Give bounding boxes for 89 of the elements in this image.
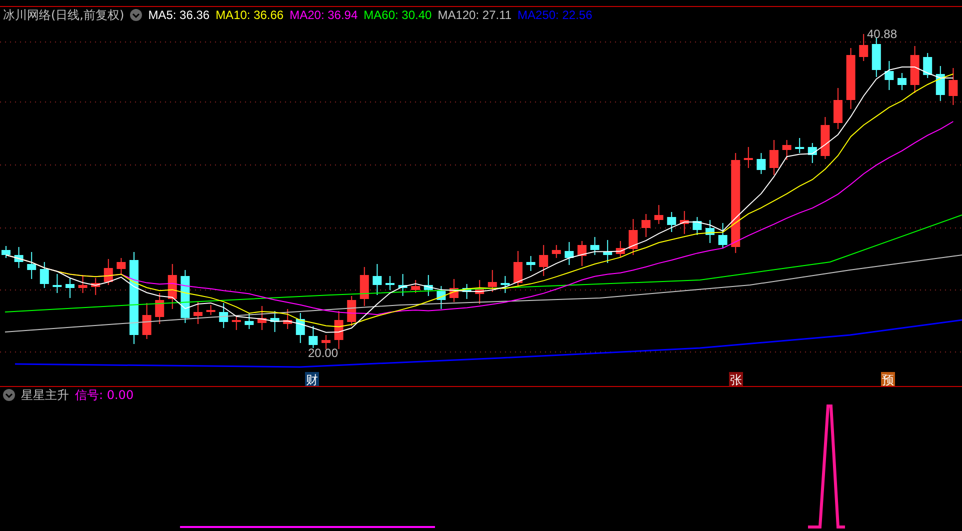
candlestick — [782, 140, 792, 160]
candlestick — [475, 280, 484, 304]
candlestick — [603, 240, 612, 264]
candlestick — [884, 60, 894, 90]
candlestick — [142, 302, 152, 340]
candlestick — [834, 88, 842, 130]
dropdown-icon[interactable] — [3, 389, 15, 401]
candlestick — [770, 140, 778, 176]
candlestick — [411, 280, 420, 294]
candlestick — [692, 216, 702, 236]
candlestick — [642, 214, 650, 238]
candlestick — [450, 278, 458, 302]
candlestick — [462, 284, 472, 300]
candlestick — [846, 48, 856, 110]
candlestick — [616, 240, 625, 258]
candlestick — [578, 240, 586, 266]
candlestick — [539, 244, 548, 276]
ma-value: MA20: 36.94 — [290, 8, 358, 22]
candlestick — [680, 210, 689, 234]
candlestick — [590, 236, 600, 256]
candlestick — [667, 212, 676, 232]
candlestick — [91, 278, 100, 296]
candlestick — [526, 256, 536, 272]
ma-value: MA5: 36.36 — [148, 8, 210, 22]
candlestick — [308, 326, 318, 348]
candlestick — [859, 34, 868, 62]
ma-value: MA60: 30.40 — [364, 8, 432, 22]
candlestick — [78, 274, 88, 294]
candlestick — [372, 264, 382, 296]
candlestick — [206, 304, 216, 316]
candlestick — [283, 308, 292, 330]
candlestick — [2, 246, 10, 258]
candlestick — [155, 292, 164, 324]
candlestick — [27, 252, 36, 280]
candlestick — [334, 310, 344, 350]
candlestick — [296, 312, 305, 344]
candlestick — [116, 258, 126, 276]
candlestick — [104, 258, 113, 286]
candlestick — [219, 302, 228, 328]
ma-value: MA250: 22.56 — [518, 8, 592, 22]
candlestick — [500, 276, 510, 294]
candlestick — [564, 242, 574, 266]
event-marker[interactable]: 预 — [881, 372, 895, 386]
candlestick — [744, 146, 753, 168]
candlestick — [808, 142, 817, 164]
event-marker[interactable]: 张 — [729, 372, 743, 386]
candlestick — [706, 220, 714, 244]
candlestick — [628, 218, 638, 256]
candlestick — [424, 274, 433, 296]
candlestick — [820, 116, 830, 160]
candlestick — [436, 286, 446, 310]
candlestick — [52, 274, 62, 294]
candlestick — [168, 264, 177, 310]
candlestick — [40, 262, 49, 288]
dropdown-icon[interactable] — [130, 9, 142, 21]
candlestick — [898, 72, 906, 90]
candlestick — [514, 250, 522, 286]
candlestick — [948, 68, 958, 106]
candlestick — [244, 312, 254, 330]
candlestick — [923, 52, 932, 78]
candlestick — [718, 222, 728, 248]
candlestick — [654, 204, 664, 224]
candlestick — [910, 46, 920, 94]
candlestick — [232, 316, 241, 330]
candlestick — [360, 266, 369, 306]
candlestick — [270, 310, 280, 332]
event-marker[interactable]: 财 — [305, 372, 319, 386]
ma-value: MA10: 36.66 — [216, 8, 284, 22]
ma-value: MA120: 27.11 — [438, 8, 512, 22]
indicator-title: 星星主升 — [21, 386, 69, 404]
low-price-label: 20.00 — [308, 346, 338, 360]
candlestick — [14, 246, 24, 268]
candlestick — [386, 276, 394, 290]
candlestick — [347, 296, 356, 326]
candlestick — [258, 306, 266, 330]
candlestick — [180, 270, 190, 324]
high-price-label: 40.88 — [867, 27, 898, 41]
candlestick — [872, 38, 881, 78]
candlestick — [66, 278, 74, 298]
candlestick — [936, 66, 945, 102]
candlestick — [488, 270, 497, 292]
candlestick — [322, 334, 330, 350]
candlestick — [194, 302, 202, 324]
candlestick — [552, 244, 561, 258]
candlestick — [756, 152, 766, 174]
chart-title: 冰川网络(日线,前复权) — [3, 6, 124, 24]
signal-value: 信号: 0.00 — [75, 386, 134, 404]
candlestick — [795, 138, 804, 154]
candlestick — [398, 274, 408, 296]
